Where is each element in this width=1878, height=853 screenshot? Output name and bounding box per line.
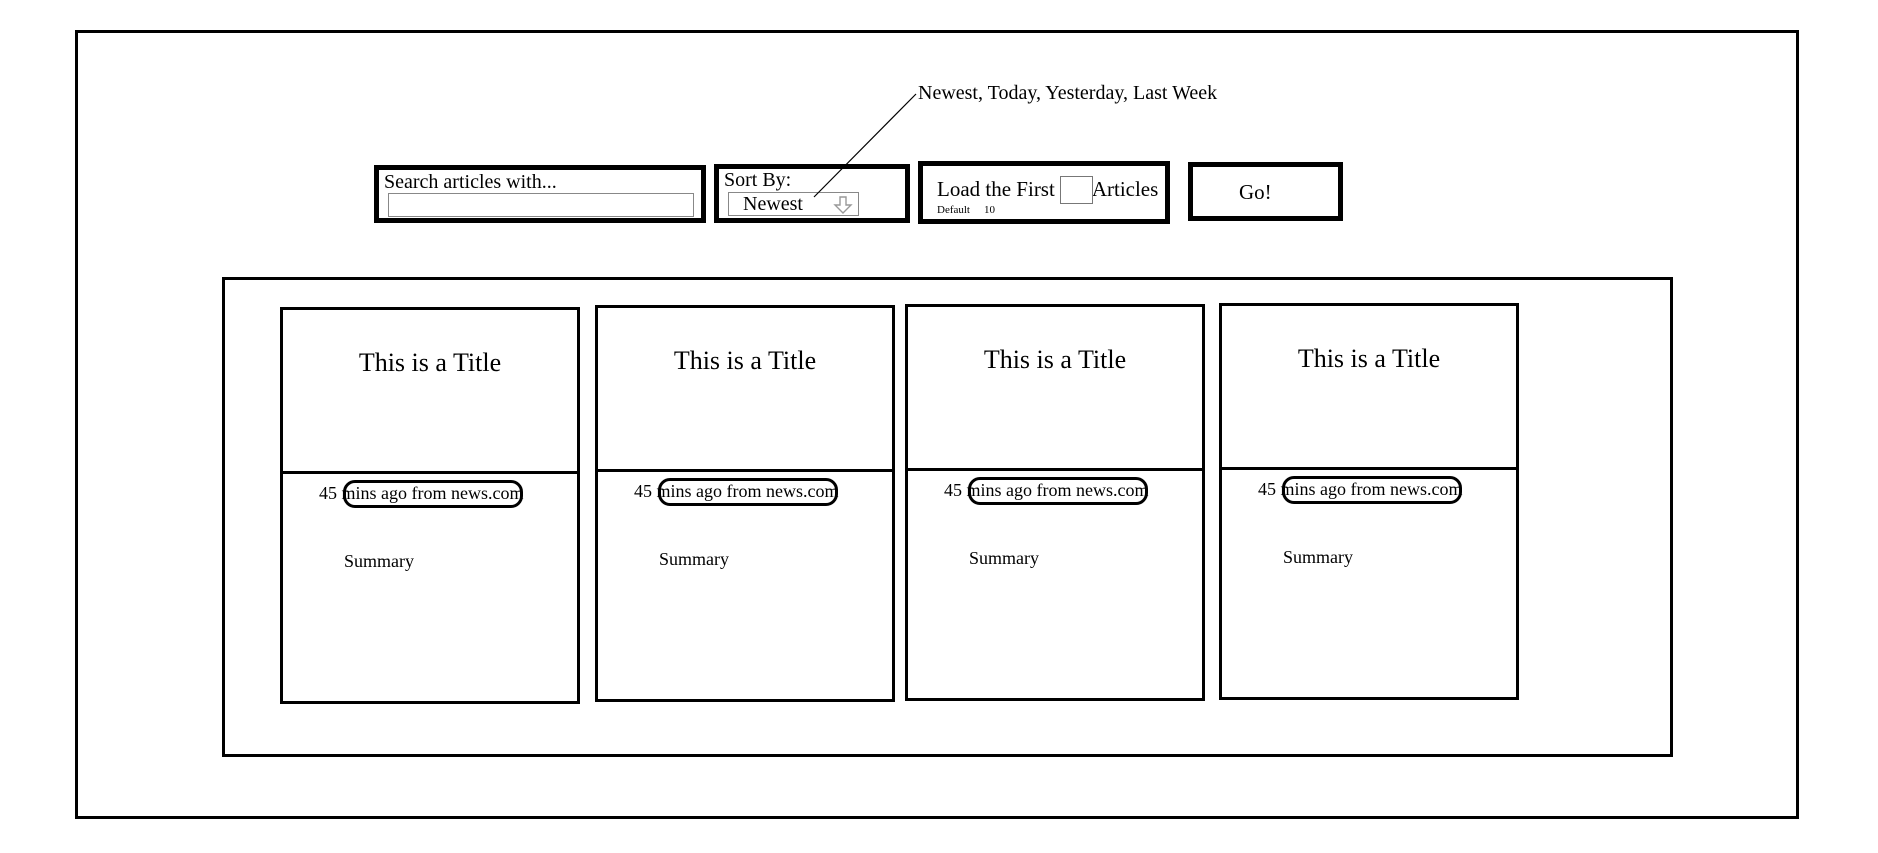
article-summary: Summary — [1283, 547, 1353, 567]
article-title[interactable]: This is a Title — [908, 345, 1202, 375]
card-divider — [1222, 467, 1516, 470]
article-card[interactable]: This is a Title 45 mins ago from news.co… — [595, 305, 895, 702]
load-count-text: Load the First Articles — [937, 177, 1158, 202]
sort-selected-value: Newest — [743, 193, 803, 215]
load-count-panel: Load the First Articles Default 10 — [918, 161, 1170, 224]
load-default-label: Default — [937, 204, 970, 216]
load-default-value: 10 — [983, 204, 995, 216]
article-card[interactable]: This is a Title 45 mins ago from news.co… — [905, 304, 1205, 701]
results-panel: This is a Title 45 mins ago from news.co… — [222, 277, 1673, 757]
go-button[interactable]: Go! — [1188, 162, 1343, 221]
article-title[interactable]: This is a Title — [598, 346, 892, 376]
source-highlight — [343, 480, 523, 508]
article-title[interactable]: This is a Title — [283, 348, 577, 378]
article-card[interactable]: This is a Title 45 mins ago from news.co… — [1219, 303, 1519, 700]
search-panel: Search articles with... — [374, 165, 706, 223]
source-highlight — [968, 477, 1148, 505]
card-divider — [908, 468, 1202, 471]
search-label: Search articles with... — [384, 171, 557, 193]
load-count-input[interactable] — [1060, 176, 1093, 204]
article-summary: Summary — [969, 548, 1039, 568]
source-highlight — [658, 478, 838, 506]
load-default-hint: Default 10 — [937, 204, 995, 216]
article-summary: Summary — [344, 551, 414, 571]
load-prefix-label: Load the First — [937, 177, 1055, 201]
search-input[interactable] — [388, 193, 694, 217]
article-card[interactable]: This is a Title 45 mins ago from news.co… — [280, 307, 580, 704]
card-divider — [283, 471, 577, 474]
card-divider — [598, 469, 892, 472]
arrow-down-icon[interactable] — [832, 194, 854, 216]
article-title[interactable]: This is a Title — [1222, 344, 1516, 374]
sort-options-annotation: Newest, Today, Yesterday, Last Week — [918, 82, 1218, 104]
go-button-label: Go! — [1239, 180, 1272, 204]
sort-select[interactable]: Newest — [728, 192, 859, 216]
sort-label: Sort By: — [724, 169, 792, 191]
load-suffix-label: Articles — [1091, 177, 1159, 201]
article-summary: Summary — [659, 549, 729, 569]
sort-panel: Sort By: Newest — [714, 164, 910, 223]
source-highlight — [1282, 476, 1462, 504]
